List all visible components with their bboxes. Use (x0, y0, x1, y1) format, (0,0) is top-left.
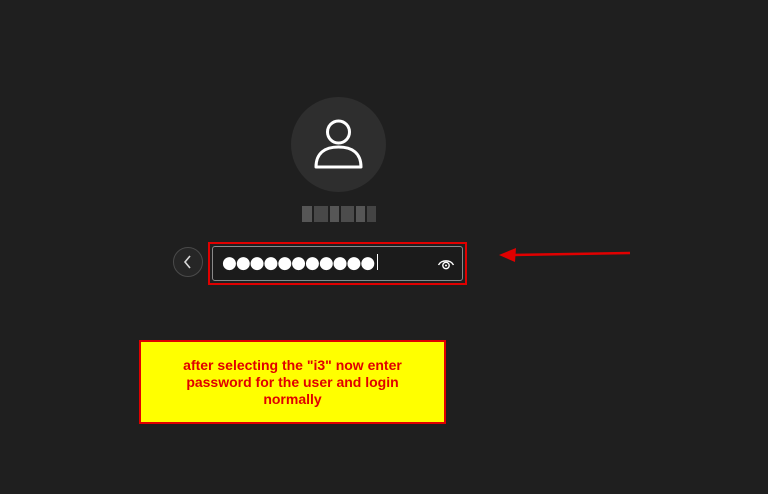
back-button[interactable] (173, 247, 203, 277)
eye-icon[interactable] (437, 256, 455, 272)
password-input[interactable]: ●●●●●●●●●●● (212, 246, 463, 281)
instruction-note-text: after selecting the "i3" now enter passw… (183, 356, 402, 407)
username-pixelated (302, 206, 376, 222)
instruction-note: after selecting the "i3" now enter passw… (139, 340, 446, 424)
arrow-left-icon (499, 248, 631, 262)
text-caret (377, 254, 379, 270)
password-value: ●●●●●●●●●●● (222, 252, 379, 274)
user-icon (314, 119, 363, 169)
user-avatar (291, 97, 386, 192)
chevron-left-icon (183, 255, 191, 269)
